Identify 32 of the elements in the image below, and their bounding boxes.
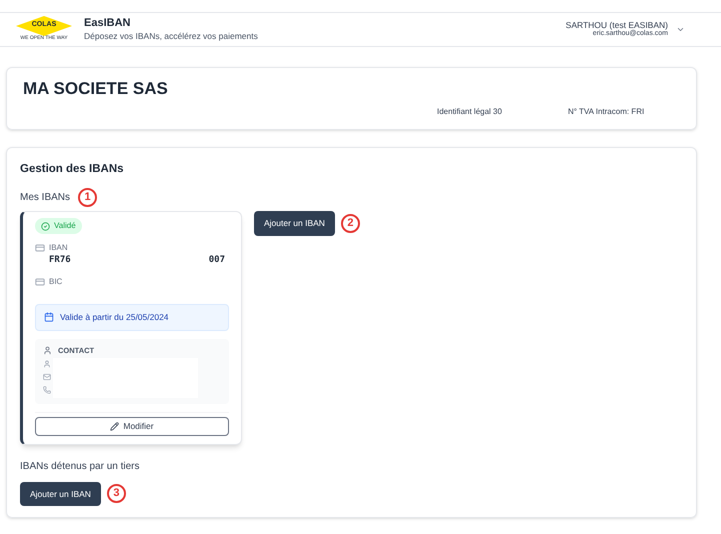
app-name: EasIBAN <box>84 17 132 32</box>
status-badge: Validé <box>35 218 82 234</box>
person-icon <box>43 360 51 368</box>
validity-text: Valide à partir du 25/05/2024 <box>60 310 169 324</box>
iban-label: IBAN <box>49 242 68 254</box>
app-subtitle: Déposez vos IBANs, accélérez vos paiements <box>84 31 258 42</box>
mail-icon <box>43 372 51 381</box>
company-name: MA SOCIETE SAS <box>23 78 169 100</box>
iban-value: FR76 <box>49 254 71 268</box>
vat-number: N° TVA Intracom: FRI <box>568 106 644 118</box>
person-icon <box>43 346 52 355</box>
step-number: 2 <box>340 214 360 234</box>
step-number: 1 <box>78 188 98 208</box>
subsection-label: Mes IBANs <box>20 191 70 206</box>
pencil-icon <box>110 422 120 431</box>
calendar-icon <box>44 312 54 322</box>
add-iban-button[interactable]: Ajouter un IBAN <box>20 482 101 506</box>
chevron-down-icon[interactable] <box>676 25 685 34</box>
card-icon <box>35 276 45 287</box>
section-title: Gestion des IBANs <box>20 162 125 177</box>
edit-button[interactable]: Modifier <box>35 416 229 436</box>
subsection-label: IBANs détenus par un tiers <box>20 460 141 474</box>
bic-label: BIC <box>49 276 62 288</box>
phone-icon <box>43 386 51 394</box>
iban-value: 007 <box>208 254 225 268</box>
legal-id: Identifiant légal 30 <box>437 106 502 118</box>
step-number: 3 <box>106 484 126 504</box>
user-name: SARTHOU (test EASIBAN) <box>566 20 668 30</box>
add-iban-button[interactable]: Ajouter un IBAN <box>254 211 335 236</box>
logo-diamond-icon <box>16 16 72 36</box>
check-icon <box>41 222 50 231</box>
card-icon <box>35 243 45 254</box>
